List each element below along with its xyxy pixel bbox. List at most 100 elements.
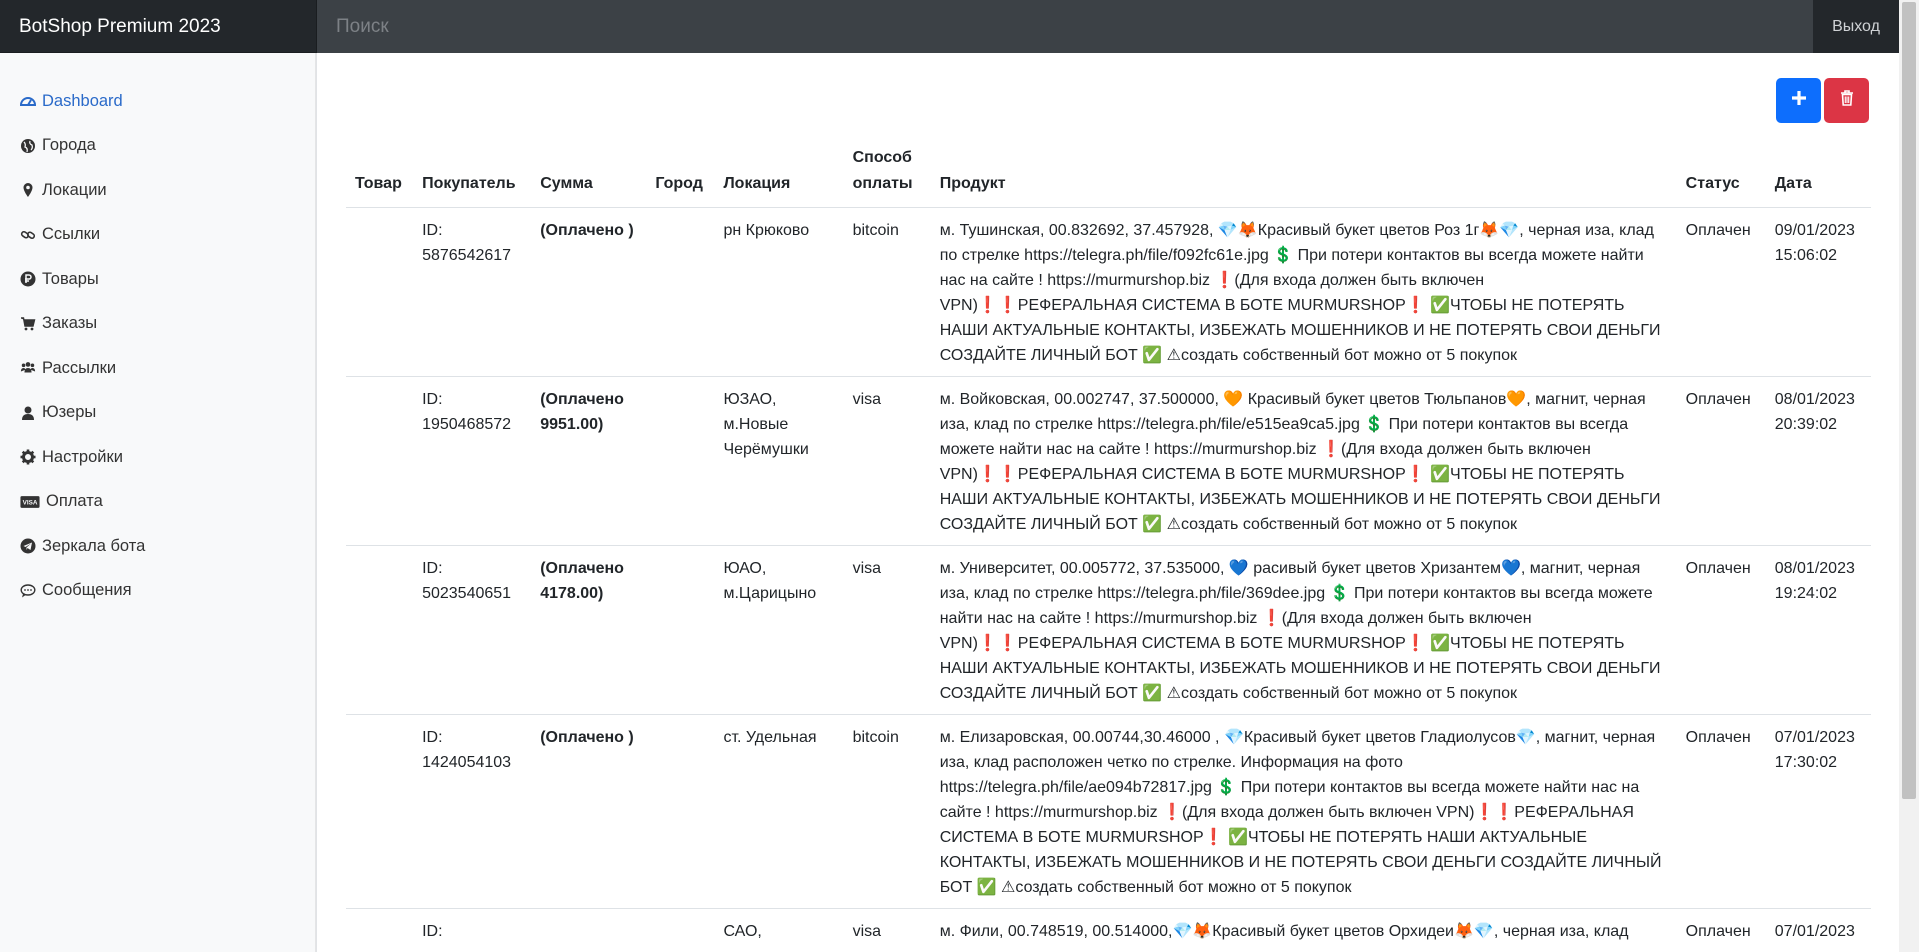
cell-item — [346, 207, 414, 377]
col-header-date[interactable]: Дата — [1765, 145, 1871, 208]
cell-item — [346, 376, 414, 546]
cell-item — [346, 908, 414, 952]
cell-buyer: ID: 1424054103 — [413, 714, 532, 909]
cell-status: Оплачен — [1676, 545, 1766, 715]
sidebar-item-bot-mirrors[interactable]: Зеркала бота — [0, 524, 316, 569]
cell-buyer: ID: 5023540651 — [413, 545, 532, 715]
cell-location: ст. Удельная — [714, 714, 844, 909]
sidebar-item-users[interactable]: Юзеры — [0, 391, 316, 436]
col-header-item[interactable]: Товар — [346, 145, 414, 208]
sidebar-item-label: Настройки — [42, 447, 123, 466]
col-header-city[interactable]: Город — [646, 145, 715, 208]
cell-location: ЮАО, м.Царицыно — [714, 545, 844, 715]
sidebar-item-label: Локации — [42, 180, 107, 199]
cell-payment: bitcoin — [843, 207, 931, 377]
gear-icon — [19, 448, 37, 466]
dashboard-icon — [19, 92, 37, 110]
cell-date: 09/01/2023 15:06:02 — [1765, 207, 1871, 377]
logout-link[interactable]: Выход — [1813, 0, 1899, 53]
cell-date: 07/01/2023 17:30:02 — [1765, 714, 1871, 909]
delete-button[interactable] — [1824, 78, 1869, 123]
cell-item — [346, 714, 414, 909]
main-content: Товар Покупатель Сумма Город Локация Спо… — [318, 53, 1899, 952]
cell-amount — [531, 908, 647, 952]
cell-buyer: ID: — [413, 908, 532, 952]
cell-location: САО, — [714, 908, 844, 952]
sidebar-item-label: Сообщения — [42, 581, 132, 600]
cell-city — [646, 376, 715, 546]
sidebar-item-cities[interactable]: Города — [0, 124, 316, 169]
sidebar-item-links[interactable]: Ссылки — [0, 213, 316, 258]
sidebar-item-mailings[interactable]: Рассылки — [0, 346, 316, 391]
col-header-location[interactable]: Локация — [714, 145, 844, 208]
trash-icon — [1837, 88, 1857, 113]
sidebar-item-label: Dashboard — [42, 91, 123, 110]
sidebar-item-label: Заказы — [42, 314, 98, 333]
sidebar-item-messages[interactable]: Сообщения — [0, 569, 316, 614]
users-icon — [19, 359, 37, 377]
search-input[interactable] — [317, 0, 1813, 53]
sidebar-item-label: Юзеры — [42, 403, 97, 422]
svg-text:VISA: VISA — [23, 499, 38, 506]
cell-amount: (Оплачено ) — [531, 714, 647, 909]
cell-date: 08/01/2023 19:24:02 — [1765, 545, 1871, 715]
table-header-row: Товар Покупатель Сумма Город Локация Спо… — [346, 145, 1871, 208]
chat-icon — [19, 582, 37, 600]
sidebar-item-locations[interactable]: Локации — [0, 168, 316, 213]
col-header-amount[interactable]: Сумма — [531, 145, 647, 208]
cell-payment: visa — [843, 545, 931, 715]
cell-buyer: ID: 1950468572 — [413, 376, 532, 546]
cell-city — [646, 908, 715, 952]
cell-payment: bitcoin — [843, 714, 931, 909]
cell-amount: (Оплачено ) — [531, 207, 647, 377]
amount-value: (Оплачено ) — [540, 729, 634, 746]
globe-icon — [19, 137, 37, 155]
cell-status: Оплачен — [1676, 908, 1766, 952]
sidebar-item-orders[interactable]: Заказы — [0, 302, 316, 347]
amount-value: (Оплачено 4178.00) — [540, 560, 624, 602]
plus-icon — [1789, 88, 1809, 113]
scrollbar-thumb[interactable] — [1902, 2, 1916, 799]
col-header-status[interactable]: Статус — [1676, 145, 1766, 208]
cell-location: ЮЗАО, м.Новые Черёмушки — [714, 376, 844, 546]
table-row[interactable]: ID: 5876542617 (Оплачено ) рн Крюково bi… — [346, 207, 1871, 377]
sidebar-item-label: Оплата — [46, 492, 103, 511]
cell-status: Оплачен — [1676, 376, 1766, 546]
sidebar-item-settings[interactable]: Настройки — [0, 435, 316, 480]
cell-date: 08/01/2023 20:39:02 — [1765, 376, 1871, 546]
table-row[interactable]: ID: САО, visa м. Фили, 00.748519, 00.514… — [346, 908, 1871, 952]
visa-icon: VISA — [19, 493, 41, 511]
table-row[interactable]: ID: 1424054103 (Оплачено ) ст. Удельная … — [346, 714, 1871, 909]
cell-status: Оплачен — [1676, 714, 1766, 909]
table-row[interactable]: ID: 5023540651 (Оплачено 4178.00) ЮАО, м… — [346, 545, 1871, 715]
cell-product: м. Университет, 00.005772, 37.535000, 💙 … — [930, 545, 1677, 715]
page-scrollbar[interactable] — [1899, 0, 1919, 952]
add-button[interactable] — [1776, 78, 1821, 123]
cell-buyer: ID: 5876542617 — [413, 207, 532, 377]
cell-product: м. Войковская, 00.002747, 37.500000, 🧡 К… — [930, 376, 1677, 546]
cell-item — [346, 545, 414, 715]
sidebar-item-label: Рассылки — [42, 358, 117, 377]
col-header-payment[interactable]: Способ оплаты — [843, 145, 931, 208]
user-icon — [19, 404, 37, 422]
brand-title[interactable]: BotShop Premium 2023 — [0, 0, 317, 53]
cell-city — [646, 714, 715, 909]
col-header-buyer[interactable]: Покупатель — [413, 145, 532, 208]
sidebar-item-dashboard[interactable]: Dashboard — [0, 79, 316, 124]
map-marker-icon — [19, 181, 37, 199]
amount-value: (Оплачено 9951.00) — [540, 391, 624, 433]
table-row[interactable]: ID: 1950468572 (Оплачено 9951.00) ЮЗАО, … — [346, 376, 1871, 546]
col-header-product[interactable]: Продукт — [930, 145, 1677, 208]
cell-payment: visa — [843, 908, 931, 952]
cell-status: Оплачен — [1676, 207, 1766, 377]
telegram-icon — [19, 537, 37, 555]
amount-value: (Оплачено ) — [540, 222, 634, 239]
cell-date: 07/01/2023 — [1765, 908, 1871, 952]
sidebar-item-payment[interactable]: VISA Оплата — [0, 480, 316, 525]
orders-table: Товар Покупатель Сумма Город Локация Спо… — [346, 145, 1871, 952]
cell-location: рн Крюково — [714, 207, 844, 377]
sidebar-item-products[interactable]: Товары — [0, 257, 316, 302]
cell-product: м. Елизаровская, 00.00744,30.46000 , 💎Кр… — [930, 714, 1677, 909]
ruble-icon — [19, 270, 37, 288]
cell-product: м. Тушинская, 00.832692, 37.457928, 💎🦊Кр… — [930, 207, 1677, 377]
